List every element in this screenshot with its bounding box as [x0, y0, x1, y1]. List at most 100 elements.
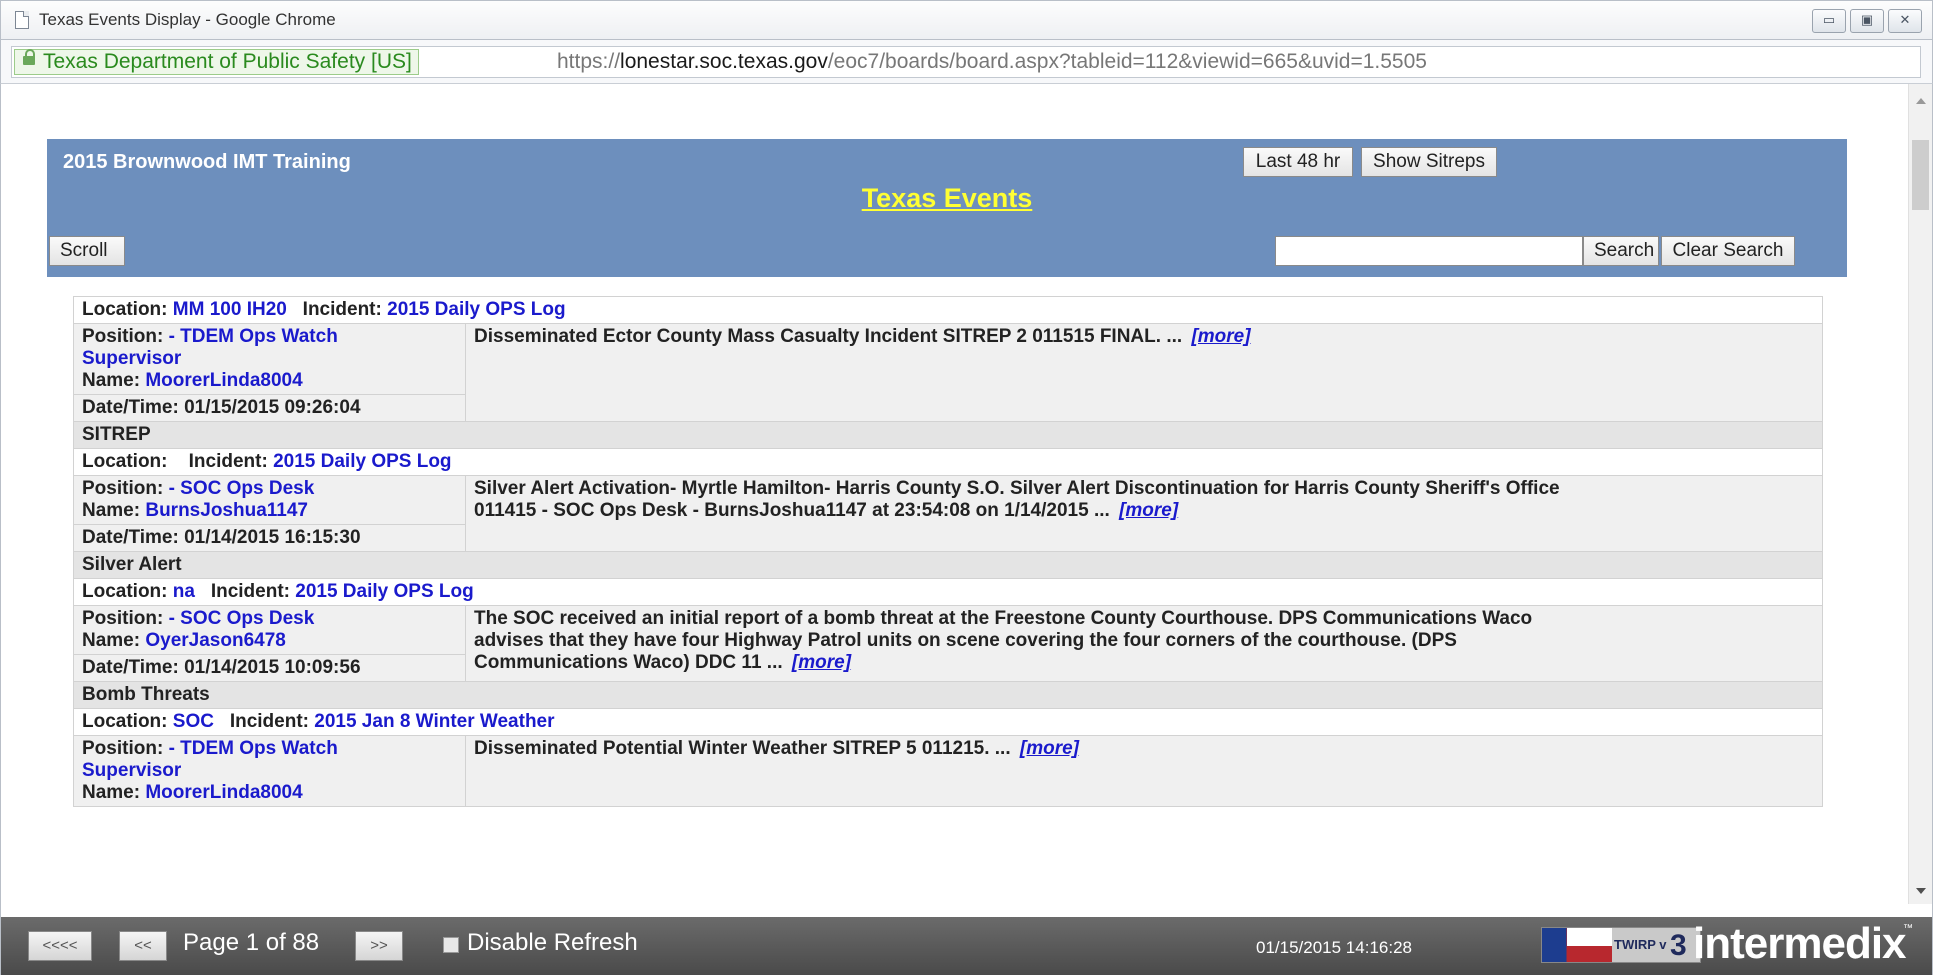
event-description: Disseminated Ector County Mass Casualty … — [474, 326, 1183, 347]
name-link[interactable]: MoorerLinda8004 — [145, 370, 302, 391]
datetime-value: 01/14/2015 16:15:30 — [184, 527, 361, 548]
certificate-badge[interactable]: Texas Department of Public Safety [US] — [14, 49, 419, 75]
location-cell: Location: na Incident: 2015 Daily OPS Lo… — [73, 578, 1823, 606]
refresh-timestamp: 01/15/2015 14:16:28 — [1256, 938, 1412, 957]
scroll-button[interactable]: Scroll — [49, 236, 125, 266]
category-cell: Silver Alert — [73, 551, 1823, 579]
more-link[interactable]: [more] — [1191, 326, 1250, 347]
description-cell: Disseminated Ector County Mass Casualty … — [465, 323, 1823, 422]
more-link[interactable]: [more] — [792, 652, 851, 673]
event-location-row: Location: na Incident: 2015 Daily OPS Lo… — [73, 578, 1823, 606]
position-link-cont[interactable]: Supervisor — [82, 760, 181, 781]
name-link[interactable]: BurnsJoshua1147 — [145, 500, 308, 521]
event-description: The SOC received an initial report of a … — [474, 608, 1533, 629]
more-link[interactable]: [more] — [1119, 500, 1178, 521]
more-link[interactable]: [more] — [1020, 738, 1079, 759]
maximize-button[interactable]: ▣ — [1850, 9, 1884, 33]
event-description: Disseminated Potential Winter Weather SI… — [474, 738, 1011, 759]
location-link[interactable]: SOC — [173, 711, 214, 732]
page-content: 2015 Brownwood IMT Training Texas Events… — [0, 84, 1933, 975]
window-controls: ▭ ▣ ✕ — [1812, 9, 1922, 33]
event-location-row: Location: MM 100 IH20 Incident: 2015 Dai… — [73, 296, 1823, 324]
event-detail-row: Position: - SOC Ops Desk Name: OyerJason… — [73, 605, 1823, 682]
event-category-row: Bomb Threats — [73, 681, 1823, 709]
incident-link[interactable]: 2015 Daily OPS Log — [295, 581, 473, 602]
position-link[interactable]: - TDEM Ops Watch — [169, 738, 338, 759]
page-icon — [15, 11, 29, 29]
events-table: Location: MM 100 IH20 Incident: 2015 Dai… — [73, 296, 1823, 807]
location-cell: Location: MM 100 IH20 Incident: 2015 Dai… — [73, 296, 1823, 324]
last-48hr-button[interactable]: Last 48 hr — [1243, 147, 1353, 177]
position-cell: Position: - SOC Ops Desk Name: BurnsJosh… — [73, 475, 466, 525]
url-text[interactable]: https://lonestar.soc.texas.gov/eoc7/boar… — [557, 50, 1427, 74]
position-cell: Position: - TDEM Ops Watch Supervisor Na… — [73, 323, 466, 395]
event-category-row: SITREP — [73, 421, 1823, 449]
event-detail-row: Position: - TDEM Ops Watch Supervisor Na… — [73, 323, 1823, 422]
search-button[interactable]: Search — [1583, 236, 1659, 266]
event-description-cont: advises that they have four Highway Patr… — [474, 630, 1457, 651]
disable-refresh-label[interactable]: Disable Refresh — [467, 929, 638, 957]
event-description-cont2: Communications Waco) DDC 11 ... — [474, 652, 783, 673]
incident-link[interactable]: 2015 Jan 8 Winter Weather — [314, 711, 554, 732]
incident-link[interactable]: 2015 Daily OPS Log — [273, 451, 451, 472]
name-link[interactable]: MoorerLinda8004 — [145, 782, 302, 803]
datetime-cell: Date/Time: 01/15/2015 09:26:04 — [73, 394, 466, 422]
position-link[interactable]: - SOC Ops Desk — [169, 478, 315, 499]
location-link[interactable]: MM 100 IH20 — [173, 299, 287, 320]
window-titlebar: Texas Events Display - Google Chrome ▭ ▣… — [0, 0, 1933, 40]
first-page-button[interactable]: <<<< — [28, 931, 92, 961]
next-page-button[interactable]: >> — [355, 931, 403, 961]
url-host: lonestar.soc.texas.gov — [620, 50, 828, 73]
show-sitreps-button[interactable]: Show Sitreps — [1361, 147, 1497, 177]
intermedix-logo: intermedix — [1693, 919, 1907, 968]
board-name: 2015 Brownwood IMT Training — [63, 151, 351, 173]
location-cell: Location: SOC Incident: 2015 Jan 8 Winte… — [73, 708, 1823, 736]
position-cell: Position: - TDEM Ops Watch Supervisor Na… — [73, 735, 466, 807]
address-bar: Texas Department of Public Safety [US] h… — [0, 40, 1933, 84]
datetime-cell: Date/Time: 01/14/2015 10:09:56 — [73, 654, 466, 682]
url-scheme: https:// — [557, 50, 621, 73]
location-link[interactable]: na — [173, 581, 195, 602]
event-detail-row: Position: - SOC Ops Desk Name: BurnsJosh… — [73, 475, 1823, 552]
pager-bar: <<<< << Page 1 of 88 >> Disable Refresh … — [0, 917, 1933, 975]
disable-refresh-checkbox[interactable] — [443, 937, 459, 953]
minimize-button[interactable]: ▭ — [1812, 9, 1846, 33]
url-path: /eoc7/boards/board.aspx?tableid=112&view… — [827, 50, 1427, 73]
event-detail-row: Position: - TDEM Ops Watch Supervisor Na… — [73, 735, 1823, 807]
datetime-cell: Date/Time: 01/14/2015 16:15:30 — [73, 524, 466, 552]
minimize-icon: ▭ — [1822, 12, 1836, 27]
name-link[interactable]: OyerJason6478 — [145, 630, 286, 651]
event-location-row: Location: SOC Incident: 2015 Jan 8 Winte… — [73, 708, 1823, 736]
trademark-mark: ™ — [1903, 923, 1913, 934]
position-cell: Position: - SOC Ops Desk Name: OyerJason… — [73, 605, 466, 655]
close-icon: ✕ — [1899, 12, 1911, 27]
position-link-cont[interactable]: Supervisor — [82, 348, 181, 369]
prev-page-button[interactable]: << — [119, 931, 167, 961]
description-cell: Disseminated Potential Winter Weather SI… — [465, 735, 1823, 807]
scroll-thumb[interactable] — [1912, 140, 1929, 210]
clear-search-button[interactable]: Clear Search — [1661, 236, 1795, 266]
url-field[interactable]: Texas Department of Public Safety [US] h… — [11, 46, 1921, 78]
datetime-value: 01/14/2015 10:09:56 — [184, 657, 361, 678]
twirp-badge: TWIRP v 3 — [1541, 927, 1701, 963]
scroll-down-arrow-icon[interactable] — [1916, 888, 1926, 894]
description-cell: Silver Alert Activation- Myrtle Hamilton… — [465, 475, 1823, 552]
description-cell: The SOC received an initial report of a … — [465, 605, 1823, 682]
position-link[interactable]: - SOC Ops Desk — [169, 608, 315, 629]
position-link[interactable]: - TDEM Ops Watch — [169, 326, 338, 347]
certificate-owner: Texas Department of Public Safety [US] — [43, 50, 412, 73]
datetime-value: 01/15/2015 09:26:04 — [184, 397, 361, 418]
board-title[interactable]: Texas Events — [47, 183, 1847, 214]
incident-link[interactable]: 2015 Daily OPS Log — [387, 299, 565, 320]
scroll-up-arrow-icon[interactable] — [1916, 98, 1926, 104]
event-description: Silver Alert Activation- Myrtle Hamilton… — [474, 478, 1560, 499]
window-title: Texas Events Display - Google Chrome — [39, 10, 336, 29]
location-cell: Location: Incident: 2015 Daily OPS Log — [73, 448, 1823, 476]
category-cell: Bomb Threats — [73, 681, 1823, 709]
vertical-scrollbar[interactable] — [1908, 84, 1932, 904]
maximize-icon: ▣ — [1860, 12, 1874, 27]
search-input[interactable] — [1275, 236, 1583, 266]
lock-icon — [23, 49, 35, 65]
page-indicator: Page 1 of 88 — [183, 929, 320, 956]
close-button[interactable]: ✕ — [1888, 9, 1922, 33]
